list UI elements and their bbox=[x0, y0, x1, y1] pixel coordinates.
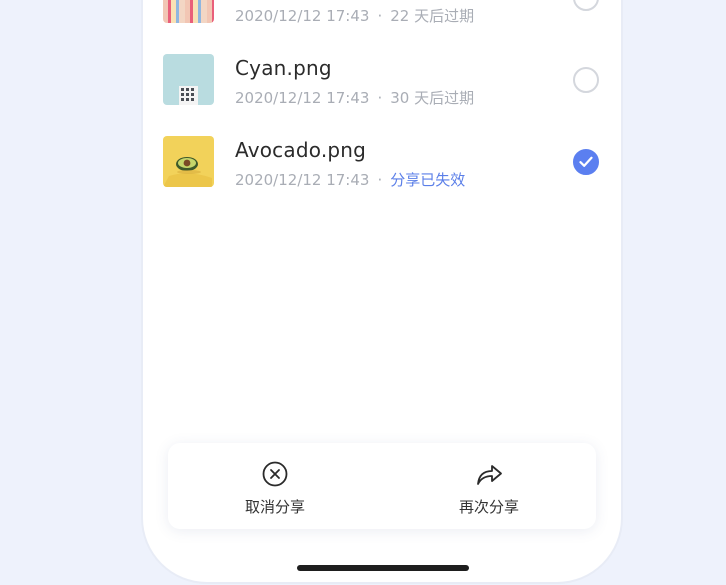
cancel-share-button[interactable]: 取消分享 bbox=[205, 443, 345, 529]
file-name: Avocado.png bbox=[235, 138, 367, 162]
share-again-button[interactable]: 再次分享 bbox=[419, 443, 559, 529]
file-status: 分享已失效 bbox=[390, 171, 466, 189]
file-meta: 2020/12/12 17:43 · 分享已失效 bbox=[235, 171, 466, 189]
list-item[interactable]: Cyan.png 2020/12/12 17:43 · 30 天后过期 bbox=[163, 54, 603, 107]
close-circle-icon bbox=[262, 461, 288, 491]
file-status: 30 天后过期 bbox=[390, 89, 475, 107]
file-name: Cyan.png bbox=[235, 56, 332, 80]
file-date: 2020/12/12 17:43 bbox=[235, 7, 370, 25]
select-radio-checked[interactable] bbox=[573, 149, 599, 175]
cancel-share-label: 取消分享 bbox=[244, 498, 305, 516]
action-bar: 取消分享 再次分享 bbox=[168, 443, 596, 529]
file-meta: 2020/12/12 17:43 · 30 天后过期 bbox=[235, 89, 475, 107]
file-status: 22 天后过期 bbox=[390, 7, 475, 25]
list-item[interactable]: Avocado.png 2020/12/12 17:43 · 分享已失效 bbox=[163, 136, 603, 189]
select-radio[interactable] bbox=[573, 0, 599, 11]
file-thumbnail bbox=[163, 0, 214, 23]
home-indicator bbox=[297, 565, 469, 571]
file-date: 2020/12/12 17:43 bbox=[235, 89, 370, 107]
check-icon bbox=[579, 156, 593, 167]
file-meta: 2020/12/12 17:43 · 22 天后过期 bbox=[235, 7, 475, 25]
avocado-image bbox=[163, 157, 212, 187]
select-radio[interactable] bbox=[573, 67, 599, 93]
share-again-label: 再次分享 bbox=[458, 498, 519, 516]
share-arrow-icon bbox=[475, 461, 503, 491]
building-image bbox=[179, 86, 198, 105]
file-date: 2020/12/12 17:43 bbox=[235, 171, 370, 189]
list-item[interactable]: 2020/12/12 17:43 · 22 天后过期 bbox=[163, 0, 603, 25]
file-thumbnail bbox=[163, 136, 214, 187]
file-thumbnail bbox=[163, 54, 214, 105]
